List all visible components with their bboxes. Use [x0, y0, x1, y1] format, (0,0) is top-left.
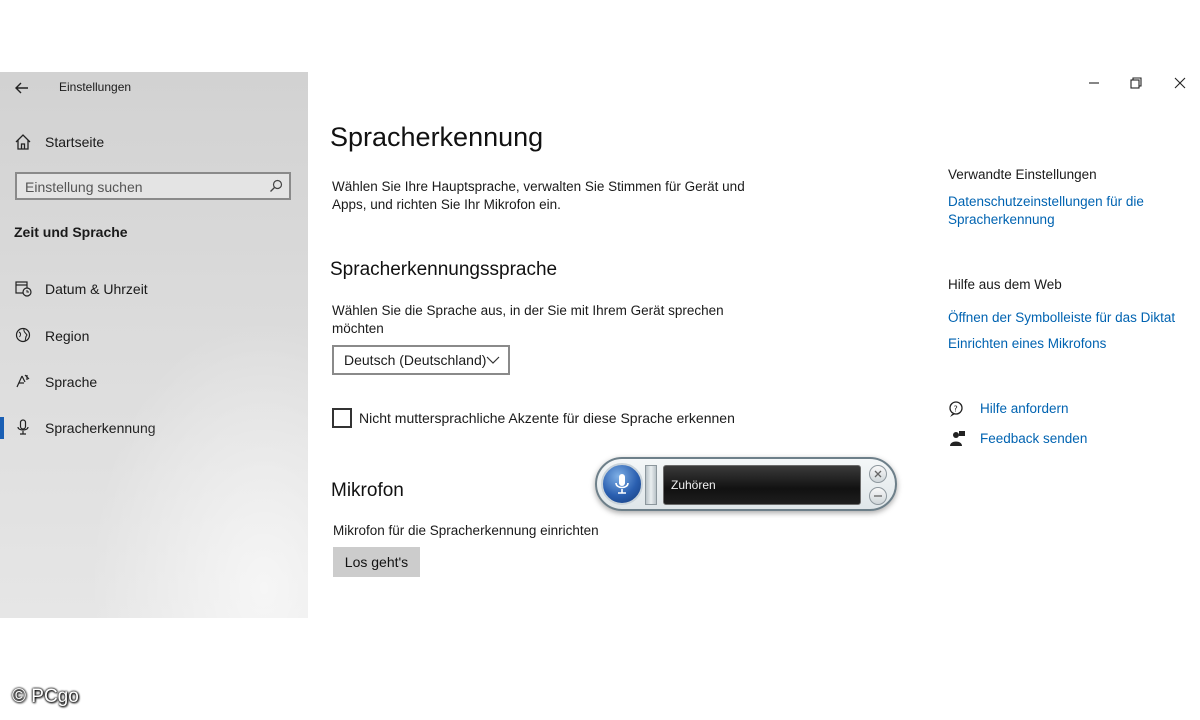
help-chat-icon: ?	[948, 400, 966, 418]
sidebar-item-region[interactable]: Region	[45, 328, 89, 344]
feedback-link[interactable]: Feedback senden	[980, 430, 1087, 448]
feedback-icon	[948, 430, 966, 448]
language-icon	[14, 372, 32, 390]
chevron-down-icon	[486, 353, 500, 367]
setup-microphone-button[interactable]: Los geht's	[333, 547, 420, 577]
globe-icon	[14, 326, 32, 344]
microphone-description: Mikrofon für die Spracherkennung einrich…	[333, 523, 599, 538]
search-field[interactable]	[15, 172, 291, 200]
speech-recognition-widget[interactable]: Zuhören	[595, 457, 897, 511]
get-help-link[interactable]: Hilfe anfordern	[980, 400, 1069, 418]
search-input[interactable]	[25, 178, 265, 196]
language-dropdown[interactable]: Deutsch (Deutschland)	[332, 345, 510, 375]
accent-checkbox-label: Nicht muttersprachliche Akzente für dies…	[359, 410, 735, 426]
minimize-icon[interactable]	[1085, 74, 1103, 92]
watermark: © PCgo	[12, 686, 79, 707]
calendar-clock-icon	[14, 279, 32, 297]
sidebar-home-link[interactable]: Startseite	[45, 134, 104, 150]
web-help-title: Hilfe aus dem Web	[948, 277, 1062, 292]
section-title: Zeit und Sprache	[14, 224, 128, 240]
microphone-section-title: Mikrofon	[331, 480, 404, 501]
speech-status-panel: Zuhören	[663, 465, 861, 505]
selected-language: Deutsch (Deutschland)	[344, 352, 487, 368]
sidebar-item-speech[interactable]: Spracherkennung	[45, 420, 156, 436]
sidebar-item-date-time[interactable]: Datum & Uhrzeit	[45, 281, 148, 297]
search-icon[interactable]	[269, 179, 283, 193]
widget-minimize-icon[interactable]	[869, 487, 887, 505]
audio-level-meter	[645, 465, 657, 505]
intro-text: Wählen Sie Ihre Hauptsprache, verwalten …	[332, 179, 745, 212]
active-indicator	[0, 417, 4, 439]
svg-text:?: ?	[954, 405, 958, 414]
mic-setup-link[interactable]: Einrichten eines Mikrofons	[948, 335, 1106, 353]
language-section-title: Spracherkennungssprache	[330, 259, 558, 280]
speech-status-text: Zuhören	[671, 478, 716, 492]
privacy-settings-link[interactable]: Datenschutzeinstellungen für die Sprache…	[948, 193, 1168, 229]
language-description: Wählen Sie die Sprache aus, in der Sie m…	[332, 303, 724, 336]
page-title: Spracherkennung	[330, 122, 544, 152]
microphone-icon	[14, 418, 32, 436]
related-settings-title: Verwandte Einstellungen	[948, 167, 1097, 182]
back-arrow-icon[interactable]	[13, 79, 31, 97]
dictation-toolbar-link[interactable]: Öffnen der Symbolleiste für das Diktat	[948, 309, 1175, 327]
sidebar-item-language[interactable]: Sprache	[45, 374, 97, 390]
accent-checkbox[interactable]	[332, 408, 352, 428]
home-icon	[14, 133, 32, 151]
speech-mic-button[interactable]	[601, 463, 643, 505]
microphone-icon	[615, 474, 629, 494]
widget-close-icon[interactable]	[869, 465, 887, 483]
close-icon[interactable]	[1171, 74, 1189, 92]
restore-icon[interactable]	[1127, 74, 1145, 92]
app-title: Einstellungen	[59, 80, 132, 94]
sidebar: Einstellungen Startseite Zeit und Sprach…	[0, 72, 308, 618]
